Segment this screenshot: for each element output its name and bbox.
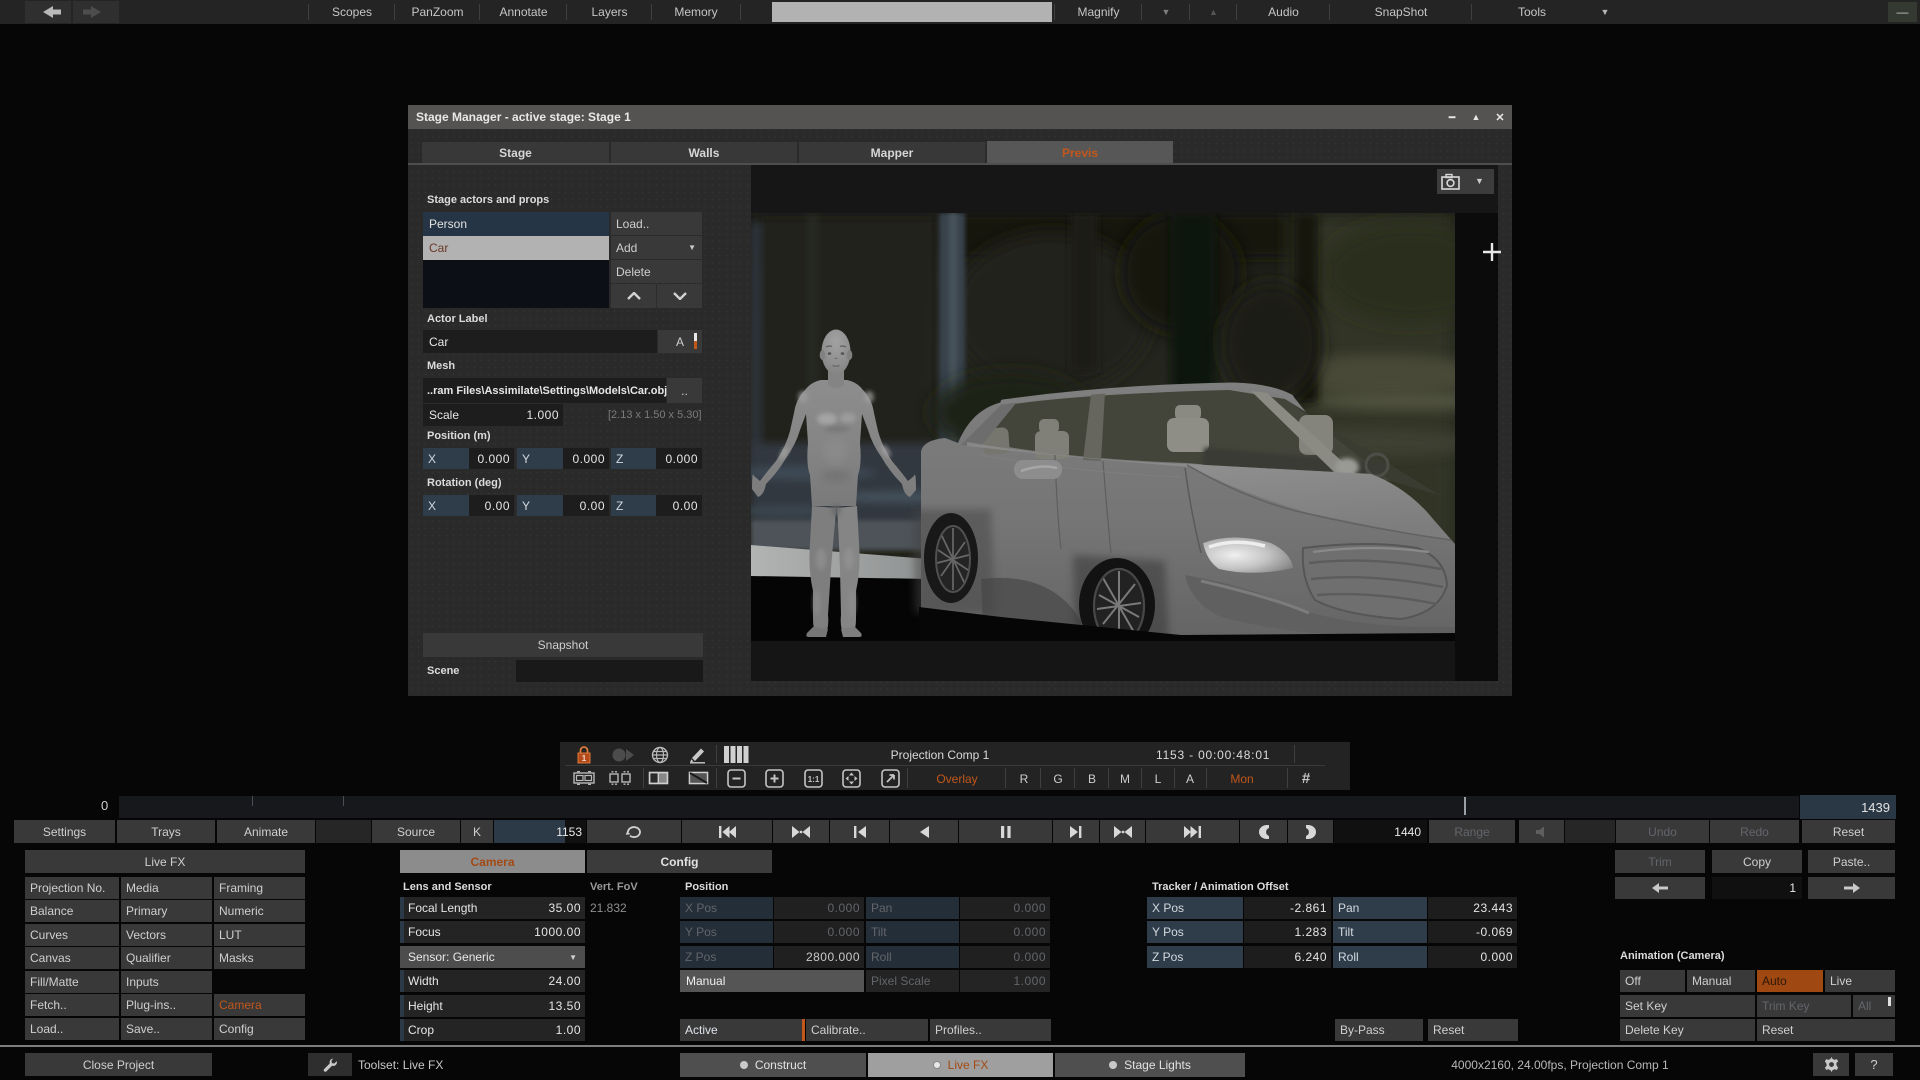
svg-text:1: 1 xyxy=(582,754,587,763)
svg-text:1:1: 1:1 xyxy=(808,775,820,784)
